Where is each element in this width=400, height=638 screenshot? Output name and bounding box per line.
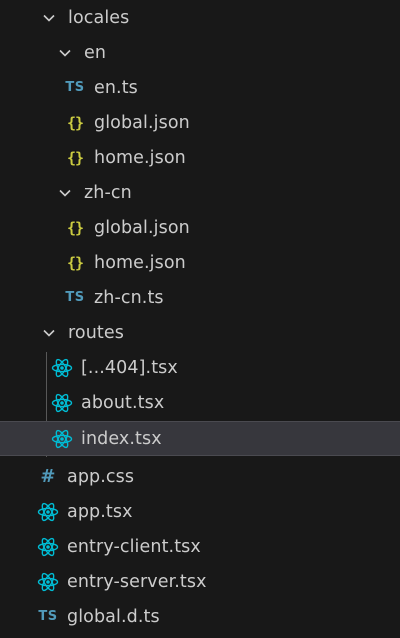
file-label: app.css — [67, 466, 135, 487]
file-en-ts[interactable]: TS en.ts — [0, 70, 400, 105]
file-app-tsx[interactable]: app.tsx — [0, 494, 400, 529]
file-label: en.ts — [94, 77, 138, 98]
file-label: index.tsx — [81, 428, 162, 449]
file-global-json[interactable]: {} global.json — [0, 105, 400, 140]
chevron-down-icon — [56, 184, 74, 202]
file-zh-cn-ts[interactable]: TS zh-cn.ts — [0, 280, 400, 315]
folder-en[interactable]: en — [0, 35, 400, 70]
file-entry-client-tsx[interactable]: entry-client.tsx — [0, 529, 400, 564]
file-label: global.json — [94, 112, 190, 133]
chevron-down-icon — [40, 9, 58, 27]
file-app-css[interactable]: # app.css — [0, 459, 400, 494]
typescript-icon: TS — [65, 80, 85, 95]
file-global-json[interactable]: {} global.json — [0, 210, 400, 245]
json-icon: {} — [66, 113, 84, 132]
chevron-down-icon — [40, 324, 58, 342]
json-icon: {} — [66, 218, 84, 237]
file-label: global.d.ts — [67, 606, 160, 627]
file-home-json[interactable]: {} home.json — [0, 245, 400, 280]
json-icon: {} — [66, 253, 84, 272]
file-label: home.json — [94, 252, 186, 273]
file-explorer-tree: locales en TS en.ts {} global.json {} ho… — [0, 0, 400, 638]
json-icon: {} — [66, 148, 84, 167]
file-index-tsx[interactable]: index.tsx — [0, 421, 400, 456]
react-icon — [51, 392, 73, 414]
folder-locales[interactable]: locales — [0, 0, 400, 35]
file-about-tsx[interactable]: about.tsx — [0, 385, 400, 420]
file-label: home.json — [94, 147, 186, 168]
react-icon — [37, 536, 59, 558]
folder-zh-cn[interactable]: zh-cn — [0, 175, 400, 210]
typescript-icon: TS — [65, 290, 85, 305]
file-entry-server-tsx[interactable]: entry-server.tsx — [0, 564, 400, 599]
file-404-tsx[interactable]: [...404].tsx — [0, 350, 400, 385]
file-label: entry-client.tsx — [67, 536, 201, 557]
file-home-json[interactable]: {} home.json — [0, 140, 400, 175]
file-global-d-ts[interactable]: TS global.d.ts — [0, 599, 400, 634]
file-label: entry-server.tsx — [67, 571, 207, 592]
folder-label: zh-cn — [84, 182, 132, 203]
react-icon — [37, 571, 59, 593]
folder-routes[interactable]: routes — [0, 315, 400, 350]
file-label: zh-cn.ts — [94, 287, 164, 308]
chevron-down-icon — [56, 44, 74, 62]
folder-label: locales — [68, 7, 130, 28]
file-label: [...404].tsx — [81, 357, 178, 378]
file-label: global.json — [94, 217, 190, 238]
react-icon — [37, 501, 59, 523]
folder-label: en — [84, 42, 107, 63]
react-icon — [51, 428, 73, 450]
file-label: app.tsx — [67, 501, 133, 522]
hash-icon: # — [40, 466, 56, 487]
folder-label: routes — [68, 322, 124, 343]
typescript-icon: TS — [38, 609, 58, 624]
file-label: about.tsx — [81, 392, 165, 413]
react-icon — [51, 357, 73, 379]
